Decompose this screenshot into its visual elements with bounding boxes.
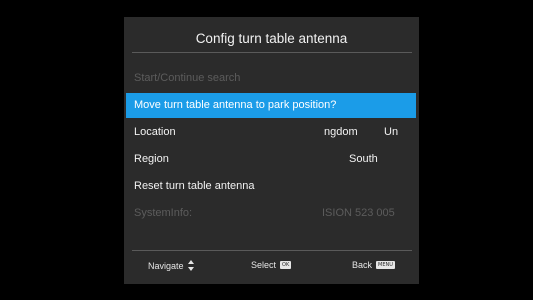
footer-navigate-hint: Navigate (148, 260, 194, 271)
location-value-scroll-left: ngdom (324, 126, 358, 138)
menu-item-label: Region (134, 153, 169, 165)
dialog-title: Config turn table antenna (195, 31, 348, 46)
menu-item-label: Reset turn table antenna (134, 180, 255, 192)
menu-item-location[interactable]: Location ngdom Un (126, 120, 416, 145)
menu-item-region[interactable]: Region South (126, 147, 416, 172)
ok-key-icon: OK (280, 261, 292, 269)
navigate-label: Navigate (148, 260, 184, 271)
menu-item-label: SystemInfo: (134, 207, 193, 219)
location-value-scroll-right: Un (384, 126, 399, 138)
menu-item-reset[interactable]: Reset turn table antenna (126, 174, 416, 199)
select-label: Select (251, 260, 277, 270)
menu-item-label: Move turn table antenna to park position… (134, 99, 337, 111)
footer-select-hint: Select OK (251, 260, 292, 270)
region-value: South (349, 153, 378, 165)
menu-item-label: Location (134, 126, 176, 138)
systeminfo-value: ISION 523 005 (322, 207, 395, 219)
back-label: Back (352, 260, 373, 270)
config-dialog: Config turn table antenna Start/Continue… (124, 17, 419, 284)
footer-back-hint: Back MENU (352, 260, 395, 270)
up-down-arrows-icon (187, 260, 194, 271)
menu-key-icon: MENU (376, 261, 395, 269)
menu-item-label: Start/Continue search (134, 72, 241, 84)
menu-item-start-search: Start/Continue search (126, 66, 416, 91)
tv-screen: Config turn table antenna Start/Continue… (0, 0, 533, 300)
footer-divider (132, 250, 412, 251)
menu-item-systeminfo: SystemInfo: ISION 523 005 (126, 201, 416, 226)
title-divider (132, 52, 412, 53)
menu-item-move-park[interactable]: Move turn table antenna to park position… (126, 93, 416, 118)
